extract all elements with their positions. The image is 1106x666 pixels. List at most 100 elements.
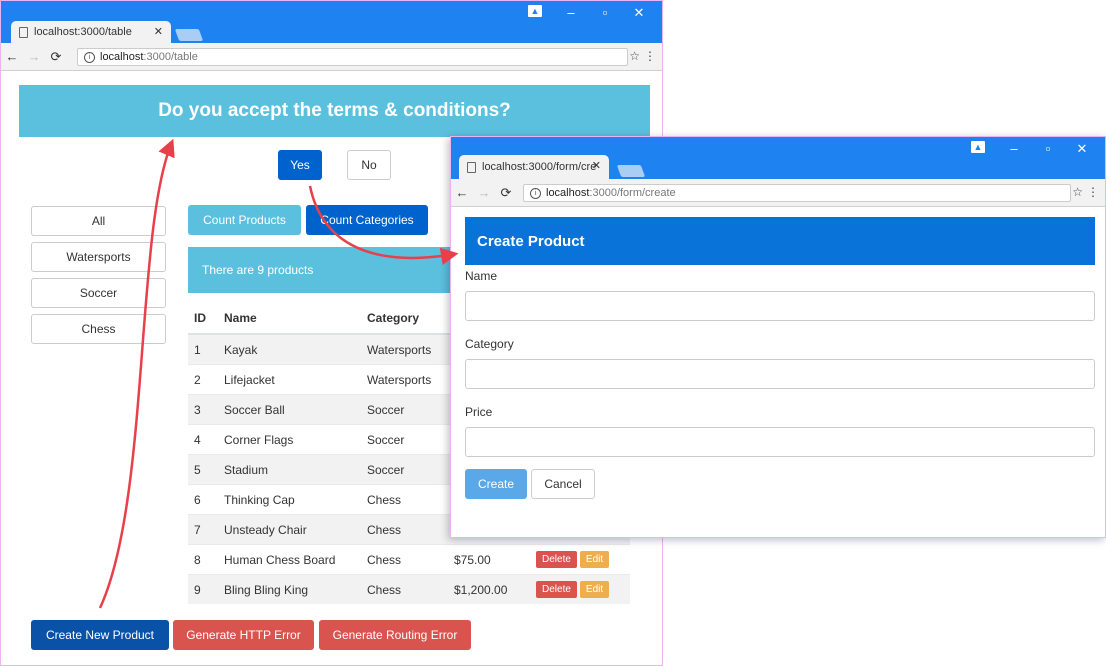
user-icon[interactable]: ▲ [971,141,985,153]
url-path: :3000/form/create [589,187,676,199]
cell-category: Watersports [361,333,448,365]
cell-name: Unsteady Chair [218,514,361,545]
generate-http-error-button[interactable]: Generate HTTP Error [173,620,314,650]
address-toolbar: ← → ⟳ i localhost:3000/table ☆ ⋮ [1,43,662,71]
price-label: Price [465,405,493,419]
cell-actions: Delete Edit [530,544,630,575]
browser-tab[interactable]: localhost:3000/table ✕ [11,21,171,43]
column-header-id: ID [188,303,218,335]
url-bar[interactable]: i localhost:3000/form/create [523,184,1071,202]
column-header-name: Name [218,303,361,335]
create-button[interactable]: Create [465,469,527,499]
table-row: 8 Human Chess Board Chess $75.00 Delete Edit [188,544,630,575]
cell-id: 6 [188,484,218,515]
cell-category: Chess [361,544,448,575]
new-tab-button[interactable] [616,165,646,177]
cell-id: 5 [188,454,218,485]
category-label: Category [465,337,514,351]
delete-button[interactable]: Delete [536,551,577,568]
page-icon [19,26,28,38]
close-icon[interactable]: ✕ [592,159,601,172]
close-icon[interactable]: ✕ [154,25,163,38]
info-icon[interactable]: i [530,187,541,199]
category-button-chess[interactable]: Chess [31,314,166,344]
url-bar[interactable]: i localhost:3000/table [77,48,628,66]
address-toolbar: ← → ⟳ i localhost:3000/form/create ☆ ⋮ [451,179,1105,207]
category-input[interactable] [465,359,1095,389]
generate-routing-error-button[interactable]: Generate Routing Error [319,620,471,650]
url-path: :3000/table [143,51,198,63]
cell-category: Chess [361,484,448,515]
category-button-all[interactable]: All [31,206,166,236]
window-controls: ▲ – ▫ ✕ [528,5,656,21]
title-bar: localhost:3000/table ✕ ▲ – ▫ ✕ [1,1,662,43]
product-count-message: There are 9 products [188,247,458,293]
reload-icon[interactable]: ⟳ [495,185,517,201]
cell-id: 7 [188,514,218,545]
cell-name: Lifejacket [218,364,361,395]
new-tab-button[interactable] [174,29,204,41]
cell-name: Kayak [218,333,361,365]
maximize-icon[interactable]: ▫ [1031,141,1065,157]
column-header-category: Category [361,303,448,335]
cell-id: 3 [188,394,218,425]
create-new-product-button[interactable]: Create New Product [31,620,169,650]
category-button-watersports[interactable]: Watersports [31,242,166,272]
browser-tab[interactable]: localhost:3000/form/cre ✕ [459,155,609,179]
back-icon[interactable]: ← [1,49,23,64]
user-icon[interactable]: ▲ [528,5,542,17]
cell-name: Human Chess Board [218,544,361,575]
maximize-icon[interactable]: ▫ [588,5,622,21]
category-list: All Watersports Soccer Chess [31,206,166,350]
count-categories-button[interactable]: Count Categories [306,205,428,235]
info-icon[interactable]: i [84,51,95,63]
cell-category: Soccer [361,424,448,455]
url-host: localhost [100,51,144,63]
close-icon[interactable]: ✕ [622,5,656,21]
edit-button[interactable]: Edit [579,581,610,598]
cell-price: $1,200.00 [448,574,530,604]
star-icon[interactable]: ☆ [1072,185,1083,199]
cell-category: Soccer [361,394,448,425]
cell-id: 1 [188,333,218,365]
url-host: localhost [546,187,590,199]
cell-name: Stadium [218,454,361,485]
cell-id: 4 [188,424,218,455]
yes-button[interactable]: Yes [278,150,322,180]
cell-name: Soccer Ball [218,394,361,425]
forward-icon[interactable]: → [473,185,495,200]
minimize-icon[interactable]: – [997,141,1031,157]
cell-actions: Delete Edit [530,574,630,604]
cell-id: 2 [188,364,218,395]
close-icon[interactable]: ✕ [1065,141,1099,157]
terms-banner: Do you accept the terms & conditions? [19,85,650,137]
count-products-button[interactable]: Count Products [188,205,301,235]
window-controls: ▲ – ▫ ✕ [971,141,1099,157]
name-input[interactable] [465,291,1095,321]
reload-icon[interactable]: ⟳ [45,49,67,65]
cancel-button[interactable]: Cancel [531,469,595,499]
page-content: Create Product Name Category Price Creat… [451,207,1105,537]
delete-button[interactable]: Delete [536,581,577,598]
tab-title: localhost:3000/form/cre [482,161,597,173]
star-icon[interactable]: ☆ [629,49,640,63]
no-button[interactable]: No [347,150,391,180]
back-icon[interactable]: ← [451,185,473,200]
forward-icon[interactable]: → [23,49,45,64]
title-bar: localhost:3000/form/cre ✕ ▲ – ▫ ✕ [451,137,1105,179]
form-title: Create Product [465,217,1095,265]
menu-icon[interactable]: ⋮ [1087,185,1099,199]
price-input[interactable] [465,427,1095,457]
minimize-icon[interactable]: – [554,5,588,21]
cell-category: Chess [361,574,448,604]
edit-button[interactable]: Edit [579,551,610,568]
form-browser-window: localhost:3000/form/cre ✕ ▲ – ▫ ✕ ← → ⟳ … [450,136,1106,538]
page-icon [467,161,476,173]
cell-category: Soccer [361,454,448,485]
name-label: Name [465,269,498,283]
cell-price: $75.00 [448,544,530,575]
category-button-soccer[interactable]: Soccer [31,278,166,308]
menu-icon[interactable]: ⋮ [644,49,656,63]
cell-id: 9 [188,574,218,604]
cell-id: 8 [188,544,218,575]
